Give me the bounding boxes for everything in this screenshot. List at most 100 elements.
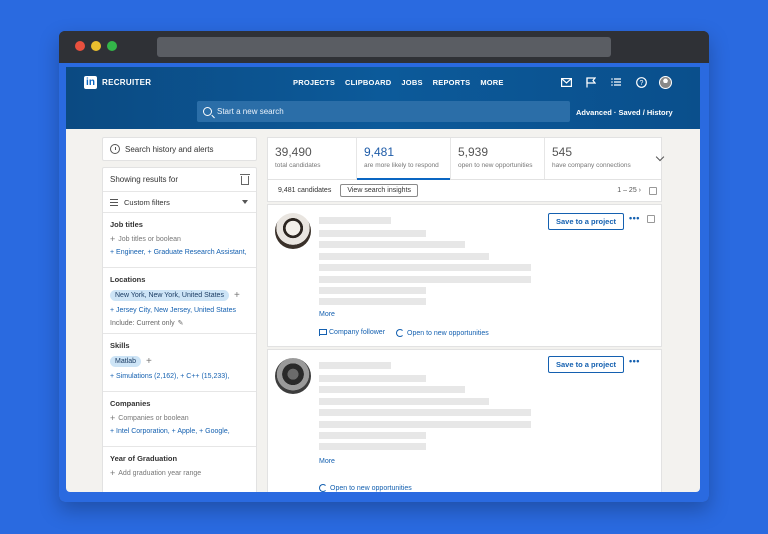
flag-icon[interactable] — [584, 75, 598, 89]
skill-suggestions[interactable]: + Simulations (2,162), + C++ (15,233), — [110, 373, 249, 380]
stat-total-candidates[interactable]: 39,490 total candidates — [268, 138, 357, 179]
search-history-button[interactable]: Search history and alerts — [102, 137, 257, 161]
graduation-input[interactable]: + Add graduation year range — [110, 469, 249, 478]
clock-icon — [110, 144, 120, 154]
companies-input[interactable]: + Companies or boolean — [110, 414, 249, 423]
candidate-checkbox[interactable] — [647, 215, 655, 223]
open-to-opportunities-tag[interactable]: Open to new opportunities — [319, 484, 412, 492]
stat-label: have company connections — [552, 162, 631, 169]
candidate-avatar[interactable] — [275, 358, 311, 394]
redacted-name — [319, 362, 391, 369]
nav-reports[interactable]: REPORTS — [433, 78, 471, 87]
more-options-icon[interactable]: ••• — [629, 356, 640, 366]
tag-label: Open to new opportunities — [330, 484, 412, 492]
redacted-line — [319, 443, 426, 450]
job-titles-placeholder: Job titles or boolean — [118, 236, 181, 243]
location-chip[interactable]: New York, New York, United States — [110, 290, 229, 301]
add-location-icon[interactable]: + — [234, 290, 240, 301]
stat-company-connections[interactable]: 545 have company connections — [545, 138, 651, 179]
redacted-line — [319, 253, 489, 260]
nav-projects[interactable]: PROJECTS — [293, 78, 335, 87]
locations-section: Locations New York, New York, United Sta… — [103, 268, 256, 334]
more-link[interactable]: More — [319, 311, 335, 318]
more-link[interactable]: More — [319, 458, 335, 465]
job-title-suggestions[interactable]: + Engineer, + Graduate Research Assistan… — [110, 249, 249, 256]
redacted-line — [319, 421, 531, 428]
app-name: RECRUITER — [102, 78, 152, 87]
candidate-card: More Open to new opportunities Save to a… — [267, 349, 662, 492]
advanced-saved-history-link[interactable]: Advanced · Saved / History — [576, 108, 673, 117]
stat-open-to-opportunities[interactable]: 5,939 open to new opportunities — [451, 138, 545, 179]
profile-avatar[interactable] — [659, 75, 672, 89]
filters-panel: Showing results for Custom filters Job t… — [102, 167, 257, 492]
linkedin-logo-icon: in — [84, 76, 97, 89]
redacted-line — [319, 264, 531, 271]
save-to-project-button[interactable]: Save to a project — [548, 213, 625, 230]
help-icon[interactable]: ? — [634, 75, 648, 89]
nav-jobs[interactable]: JOBS — [401, 78, 422, 87]
company-follower-tag[interactable]: Company follower — [319, 329, 385, 336]
redacted-line — [319, 287, 426, 294]
location-include-label: Include: Current only — [110, 319, 175, 327]
job-titles-title: Job titles — [110, 220, 143, 229]
candidate-stats-tabs: 39,490 total candidates 9,481 are more l… — [267, 137, 665, 180]
job-titles-input[interactable]: + Job titles or boolean — [110, 235, 249, 244]
address-bar[interactable] — [157, 37, 611, 57]
chevron-down-icon[interactable] — [655, 152, 665, 162]
location-include-setting[interactable]: Include: Current only ✎ — [110, 319, 249, 328]
more-options-icon[interactable]: ••• — [629, 213, 640, 223]
stat-number: 9,481 — [364, 145, 395, 159]
search-bar — [197, 101, 570, 122]
stat-label: total candidates — [275, 162, 321, 169]
save-to-project-button[interactable]: Save to a project — [548, 356, 625, 373]
mail-icon[interactable] — [559, 75, 573, 89]
nav-more[interactable]: MORE — [480, 78, 503, 87]
task-list-icon[interactable] — [609, 75, 623, 89]
open-to-opportunities-tag[interactable]: Open to new opportunities — [396, 329, 489, 337]
search-icon — [203, 107, 212, 116]
redacted-line — [319, 409, 531, 416]
search-input[interactable] — [217, 107, 517, 116]
custom-filters-dropdown[interactable]: Custom filters — [103, 192, 256, 213]
select-all-checkbox[interactable] — [649, 187, 657, 195]
stat-number: 39,490 — [275, 145, 312, 159]
browser-window: in RECRUITER PROJECTS CLIPBOARD JOBS REP… — [59, 31, 709, 502]
custom-filters-label: Custom filters — [124, 197, 170, 207]
skills-chip-row: Matlab + — [110, 356, 249, 367]
graduation-title: Year of Graduation — [110, 454, 178, 463]
redacted-line — [319, 432, 426, 439]
companies-title: Companies — [110, 399, 151, 408]
stat-label: open to new opportunities — [458, 162, 533, 169]
tag-label: Open to new opportunities — [407, 329, 489, 337]
company-suggestions[interactable]: + Intel Corporation, + Apple, + Google, — [110, 428, 249, 435]
tag-label: Company follower — [329, 329, 386, 336]
results-toolbar: 9,481 candidates View search insights 1 … — [267, 180, 662, 202]
svg-text:?: ? — [639, 80, 643, 87]
main-nav: PROJECTS CLIPBOARD JOBS REPORTS MORE — [293, 78, 504, 87]
pagination[interactable]: 1 – 25 › — [617, 187, 641, 194]
job-titles-section: Job titles + Job titles or boolean + Engi… — [103, 213, 256, 268]
refresh-icon — [319, 484, 327, 492]
add-skill-icon[interactable]: + — [146, 356, 152, 367]
recruiter-logo[interactable]: in RECRUITER — [84, 76, 151, 89]
maximize-window-button[interactable] — [107, 41, 117, 51]
page-frame: in RECRUITER PROJECTS CLIPBOARD JOBS REP… — [59, 63, 709, 502]
candidate-avatar[interactable] — [275, 213, 311, 249]
nav-clipboard[interactable]: CLIPBOARD — [345, 78, 391, 87]
redacted-line — [319, 241, 465, 248]
top-navigation-bar: in RECRUITER PROJECTS CLIPBOARD JOBS REP… — [66, 67, 700, 129]
skills-section: Skills Matlab + + Simulations (2,162), +… — [103, 334, 256, 392]
skill-chip[interactable]: Matlab — [110, 356, 142, 367]
showing-results-header: Showing results for — [103, 168, 256, 192]
stat-likely-to-respond[interactable]: 9,481 are more likely to respond — [357, 138, 451, 180]
close-window-button[interactable] — [75, 41, 85, 51]
minimize-window-button[interactable] — [91, 41, 101, 51]
view-search-insights-button[interactable]: View search insights — [340, 184, 419, 197]
flag-icon — [319, 329, 327, 336]
redacted-line — [319, 398, 489, 405]
plus-icon: + — [110, 234, 116, 244]
trash-icon[interactable] — [240, 174, 250, 185]
redacted-line — [319, 298, 426, 305]
browser-chrome — [59, 31, 709, 63]
location-suggestion[interactable]: + Jersey City, New Jersey, United States — [110, 307, 249, 314]
